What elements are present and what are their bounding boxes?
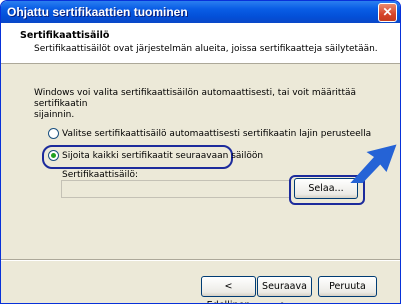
radio-auto-indicator[interactable]	[48, 128, 59, 139]
store-field	[61, 180, 290, 198]
cancel-button[interactable]: Peruuta	[318, 276, 377, 297]
close-button[interactable]: ✕	[378, 3, 397, 22]
intro-text: Windows voi valita sertifikaattisäilön a…	[34, 88, 374, 121]
title-bar[interactable]: Ohjattu sertifikaattien tuominen ✕	[1, 1, 400, 23]
radio-auto-select[interactable]: Valitse sertifikaattisäilö automaattises…	[48, 128, 371, 139]
footer-separator	[1, 259, 400, 261]
import-wizard-window: Ohjattu sertifikaattien tuominen ✕ Serti…	[0, 0, 401, 304]
back-button[interactable]: < Edellinen	[201, 276, 256, 303]
intro-line-2: sijainnin.	[34, 110, 75, 120]
radio-auto-label[interactable]: Valitse sertifikaattisäilö automaattises…	[62, 129, 371, 139]
close-icon: ✕	[382, 5, 393, 19]
arrow-icon	[350, 144, 397, 183]
radio-manual-label[interactable]: Sijoita kaikki sertifikaatit seuraavaan …	[62, 151, 263, 161]
intro-line-1: Windows voi valita sertifikaattisäilön a…	[34, 88, 357, 109]
store-label: Sertifikaattisäilö:	[62, 170, 139, 180]
arrow-shape	[350, 144, 397, 183]
wizard-header: Sertifikaattisäilö Sertifikaattisäilöt o…	[1, 23, 400, 64]
radio-manual-store[interactable]: Sijoita kaikki sertifikaatit seuraavaan …	[48, 150, 263, 161]
header-title: Sertifikaattisäilö	[20, 30, 110, 41]
radio-manual-indicator[interactable]	[48, 150, 59, 161]
next-button[interactable]: Seuraava >	[257, 276, 312, 303]
header-subtitle: Sertifikaattisäilöt ovat järjestelmän al…	[34, 44, 378, 54]
window-title: Ohjattu sertifikaattien tuominen	[7, 5, 188, 19]
